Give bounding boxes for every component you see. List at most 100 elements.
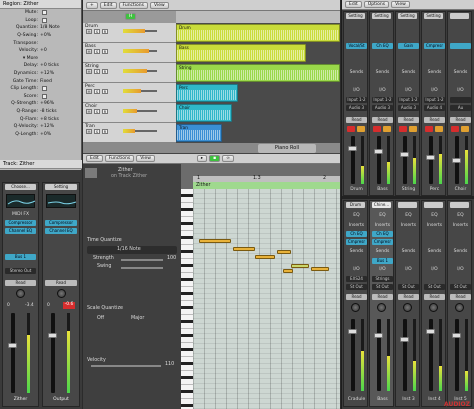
volume-fader-track[interactable] <box>429 136 433 184</box>
audio-region[interactable]: String <box>176 64 340 82</box>
menu-functions[interactable]: Functions <box>118 1 148 9</box>
track-volume-fader[interactable] <box>123 89 157 93</box>
plugin-slot[interactable] <box>450 43 471 49</box>
output-slot[interactable]: Audio 3 <box>398 105 419 111</box>
strength-slider[interactable] <box>121 259 163 261</box>
solo-button[interactable]: S <box>94 69 100 74</box>
menu-view[interactable]: View <box>391 1 410 8</box>
inspector-row[interactable]: Dynamics: +12% <box>0 70 81 78</box>
record-enable-button[interactable] <box>399 126 407 132</box>
setting-button[interactable]: Setting <box>372 13 391 19</box>
mute-button[interactable]: M <box>86 49 92 54</box>
catch-playhead-button[interactable]: H <box>125 13 137 20</box>
volume-fader-handle[interactable] <box>374 333 383 338</box>
output-slot[interactable]: Audio 3 <box>372 105 393 111</box>
pan-knob[interactable] <box>377 303 386 312</box>
record-button[interactable]: R <box>102 129 108 134</box>
input-slot[interactable]: Input 1-2 <box>346 97 367 103</box>
record-enable-button[interactable] <box>451 126 459 132</box>
output-slot[interactable]: Audio 4 <box>424 105 445 111</box>
automation-mode[interactable]: Read <box>346 294 367 300</box>
plugin-slot[interactable]: Ch EQ <box>346 231 367 237</box>
input-monitor-button[interactable] <box>357 126 365 132</box>
automation-mode[interactable]: Read <box>5 280 36 286</box>
mute-button[interactable]: M <box>86 69 92 74</box>
inspector-row-value[interactable]: +96% <box>40 101 81 106</box>
track-volume-fader[interactable] <box>123 129 157 133</box>
inspector-row[interactable]: Q-Length: +0% <box>0 131 81 139</box>
input-monitor-button[interactable] <box>461 126 469 132</box>
inspector-checkbox[interactable] <box>42 86 47 92</box>
inspector-row[interactable]: Clip Length: <box>0 85 81 93</box>
inspector-row[interactable]: Loop: <box>0 17 81 25</box>
menu-functions[interactable]: Functions <box>104 155 135 162</box>
pan-knob[interactable] <box>57 289 66 298</box>
audio-region[interactable]: Drum <box>176 24 340 42</box>
solo-button[interactable]: S <box>94 109 100 114</box>
inspector-row[interactable]: Q-Velocity: +12% <box>0 123 81 131</box>
swing-slider[interactable] <box>121 267 163 269</box>
tab-piano-roll[interactable]: Piano Roll <box>258 144 316 153</box>
pan-knob[interactable] <box>403 303 412 312</box>
automation-mode[interactable]: Read <box>372 117 393 123</box>
track-volume-fader[interactable] <box>123 69 157 73</box>
inspector-checkbox[interactable] <box>42 17 47 23</box>
volume-fader-handle[interactable] <box>8 343 17 348</box>
region-inspector-header[interactable]: Region: Zither <box>0 0 81 9</box>
solo-button[interactable]: S <box>94 49 100 54</box>
setting-button[interactable]: Choose... <box>5 184 36 190</box>
plugin-slot-2[interactable]: Channel EQ <box>5 228 36 234</box>
record-button[interactable]: R <box>102 29 108 34</box>
channel-name[interactable]: Cradule <box>344 397 369 402</box>
midi-note[interactable] <box>311 267 329 271</box>
inspector-row-value[interactable]: Fixed <box>40 79 81 84</box>
inspector-row-value[interactable]: +0% <box>40 132 81 137</box>
track-header[interactable]: String M S R <box>83 63 176 83</box>
output-slot[interactable]: St Out <box>372 284 393 290</box>
plugin-slot-1[interactable]: Compressor <box>5 220 36 226</box>
scale-type-select[interactable]: Major <box>131 316 144 321</box>
menu-edit[interactable]: Edit <box>345 1 362 8</box>
output-slot[interactable]: St Out <box>398 284 419 290</box>
inspector-row[interactable]: Q-Flam: +8 ticks <box>0 115 81 123</box>
plugin-slot[interactable]: Cmpresr <box>424 43 445 49</box>
inspector-row[interactable]: Mute: <box>0 9 81 17</box>
mute-button[interactable]: M <box>86 29 92 34</box>
plugin-slot[interactable]: Cmpresr <box>372 239 393 245</box>
input-monitor-button[interactable] <box>409 126 417 132</box>
inspector-row-value[interactable]: +0 ticks <box>40 63 81 68</box>
record-enable-button[interactable] <box>347 126 355 132</box>
mute-button[interactable]: M <box>86 89 92 94</box>
channel-name[interactable]: Perc <box>422 187 447 192</box>
setting-button[interactable]: Setting <box>398 13 417 19</box>
menu-view[interactable]: View <box>136 155 155 162</box>
inspector-row[interactable]: Score: <box>0 93 81 101</box>
track-volume-fader[interactable] <box>123 109 157 113</box>
plugin-slot[interactable]: Vocal/St <box>346 43 367 49</box>
output-slot[interactable]: St Out <box>424 284 445 290</box>
inspector-row[interactable]: Quantize: 1/8 Note <box>0 24 81 32</box>
setting-button[interactable]: Setting <box>346 13 365 19</box>
audio-region[interactable]: Perc <box>176 84 238 102</box>
eq-thumbnail[interactable] <box>46 194 77 208</box>
input-slot[interactable] <box>450 97 471 103</box>
setting-button[interactable]: Setting <box>424 13 443 19</box>
record-enable-button[interactable] <box>373 126 381 132</box>
channel-name[interactable]: String <box>396 187 421 192</box>
track-header[interactable]: Tran M S R <box>83 123 176 143</box>
add-track-button[interactable]: + <box>86 1 98 9</box>
solo-button[interactable]: S <box>94 129 100 134</box>
input-monitor-button[interactable] <box>383 126 391 132</box>
volume-fader-track[interactable] <box>403 319 407 391</box>
setting-button[interactable] <box>450 13 469 19</box>
pointer-tool-icon[interactable]: ▸ <box>196 155 208 162</box>
pan-knob[interactable] <box>429 303 438 312</box>
midi-note[interactable] <box>291 264 309 268</box>
plugin-slot[interactable]: Gain <box>398 43 419 49</box>
plugin-slot-1[interactable]: Compressor <box>45 220 77 226</box>
record-button[interactable]: R <box>102 89 108 94</box>
volume-fader-handle[interactable] <box>374 149 383 154</box>
midi-note[interactable] <box>199 239 231 243</box>
volume-fader-track[interactable] <box>377 319 381 391</box>
setting-button[interactable] <box>424 202 443 208</box>
